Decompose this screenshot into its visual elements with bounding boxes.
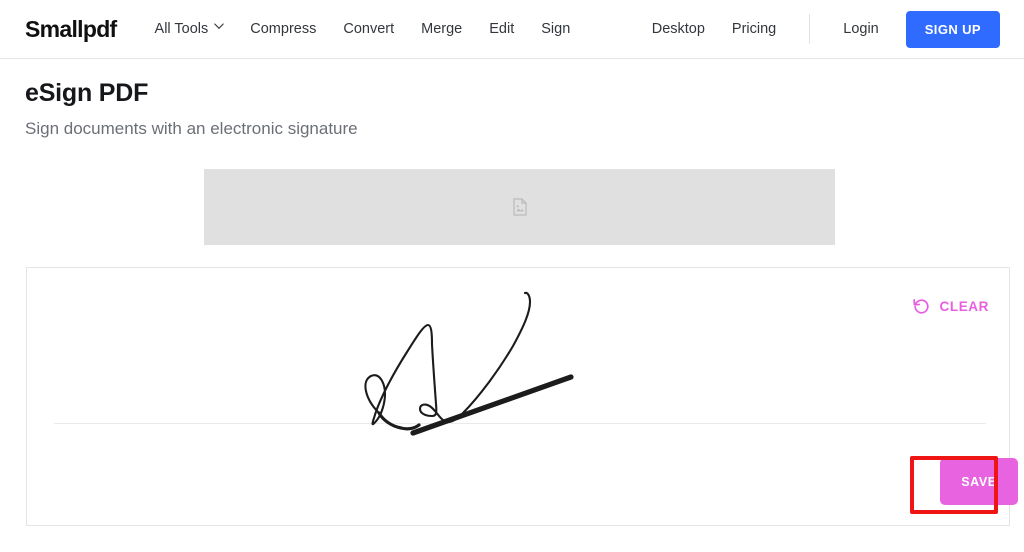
document-icon <box>512 198 527 216</box>
nav-item-desktop[interactable]: Desktop <box>652 22 705 37</box>
signature-pad-card[interactable]: CLEAR SAVE <box>26 267 1018 527</box>
save-button[interactable]: SAVE <box>940 458 1018 505</box>
header-divider <box>809 14 811 44</box>
undo-icon <box>912 297 931 316</box>
chevron-down-icon <box>214 22 225 32</box>
nav-item-edit[interactable]: Edit <box>489 22 514 37</box>
page-header: eSign PDF Sign documents with an electro… <box>0 59 1024 139</box>
signup-button[interactable]: SIGN UP <box>905 10 1000 48</box>
nav-item-compress[interactable]: Compress <box>250 22 316 37</box>
login-link[interactable]: Login <box>843 22 878 37</box>
secondary-navigation: Desktop Pricing Login SIGN UP <box>652 10 1000 48</box>
page-title: eSign PDF <box>25 79 149 107</box>
nav-item-merge[interactable]: Merge <box>421 22 462 37</box>
nav-item-all-tools-label: All Tools <box>154 20 209 37</box>
signature-baseline <box>54 423 986 424</box>
nav-item-all-tools[interactable]: All Tools <box>154 20 225 37</box>
nav-item-pricing[interactable]: Pricing <box>732 22 776 37</box>
nav-item-sign[interactable]: Sign <box>541 22 570 37</box>
site-header: Smallpdf All Tools Compress Convert Merg… <box>0 0 1024 59</box>
clear-button[interactable]: CLEAR <box>910 293 992 320</box>
document-preview-strip[interactable] <box>204 169 835 245</box>
main-navigation: All Tools Compress Convert Merge Edit Si… <box>155 22 571 37</box>
page-subtitle: Sign documents with an electronic signat… <box>25 119 358 138</box>
signature-ink <box>27 268 1011 527</box>
clear-button-label: CLEAR <box>939 299 989 314</box>
nav-item-convert[interactable]: Convert <box>343 22 394 37</box>
smallpdf-logo[interactable]: Smallpdf <box>25 16 117 43</box>
